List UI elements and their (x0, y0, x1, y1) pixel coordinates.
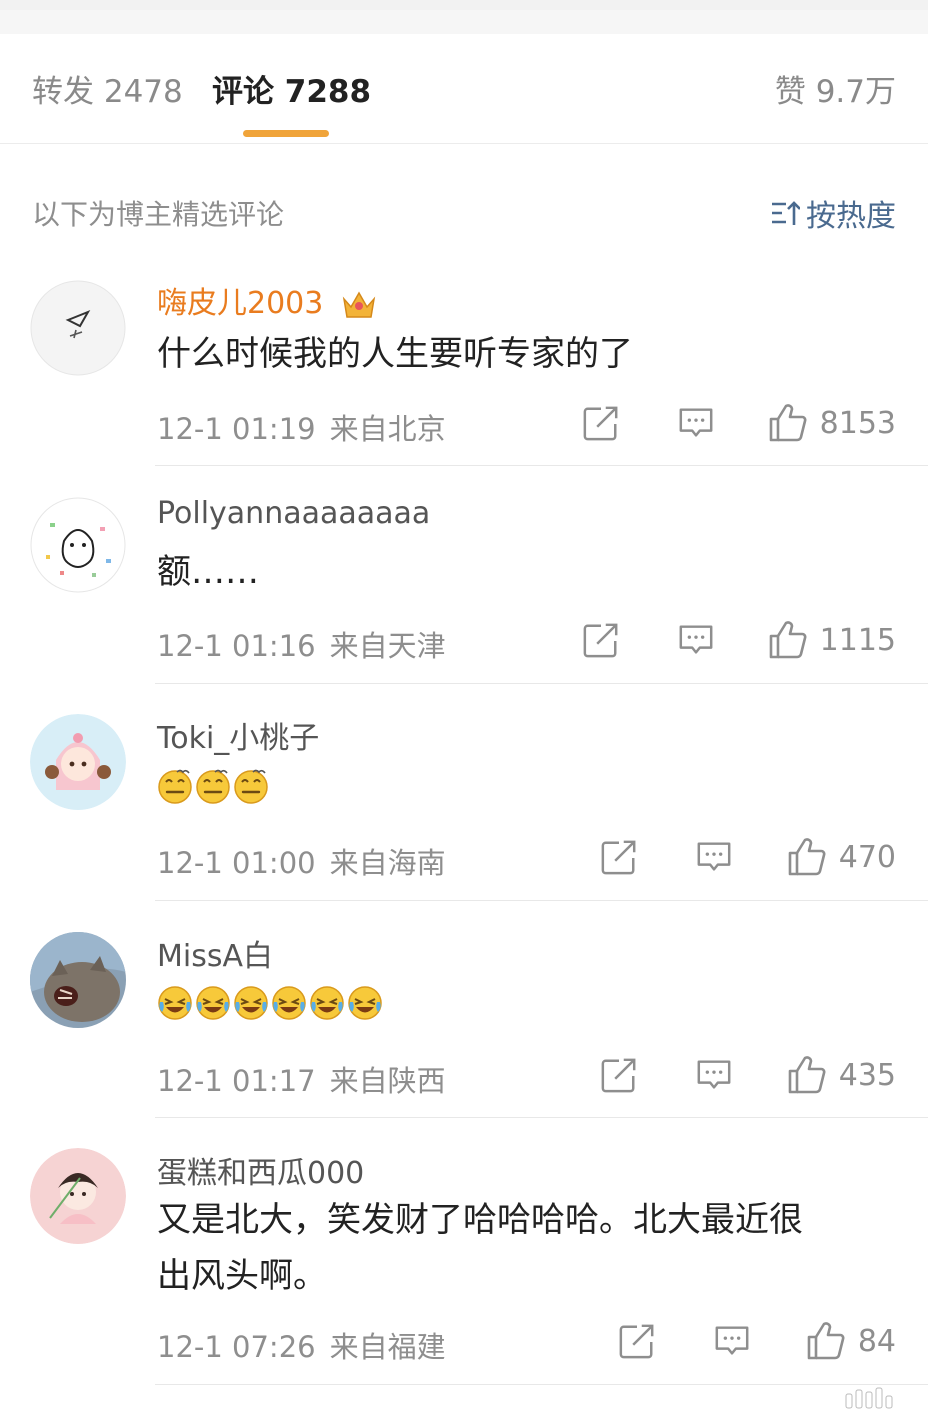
tab-like[interactable]: 赞 9.7万 (775, 72, 896, 112)
thumbs-up-icon (787, 1055, 827, 1095)
dizzy-face-emoji-icon (233, 768, 269, 804)
reply-button[interactable] (713, 1322, 751, 1360)
share-icon (600, 838, 638, 876)
share-button[interactable] (582, 621, 620, 659)
active-tab-indicator (243, 130, 329, 137)
share-icon (618, 1322, 656, 1360)
share-icon (600, 1056, 638, 1094)
share-button[interactable] (582, 404, 620, 442)
like-button[interactable]: 84 (806, 1321, 896, 1361)
filter-row: 以下为博主精选评论 按热度 (0, 185, 928, 235)
divider (155, 465, 928, 466)
like-count: 435 (838, 1057, 896, 1093)
sort-label: 按热度 (806, 199, 896, 234)
comment-meta: 12-1 01:19 来自北京 (157, 406, 446, 448)
crying-laughing-emoji-icon (347, 985, 383, 1021)
avatar[interactable] (30, 932, 126, 1028)
like-button[interactable]: 8153 (768, 403, 896, 443)
sort-by-hot-button[interactable]: 按热度 (770, 191, 896, 235)
comment-time: 12-1 01:16 (157, 629, 316, 663)
avatar[interactable] (30, 1148, 126, 1244)
like-count: 1115 (819, 622, 896, 658)
comment-meta: 12-1 01:00 来自海南 (157, 840, 446, 882)
comment-text: 又是北大，笑发财了哈哈哈哈。北大最近很 出风头啊。 (157, 1192, 897, 1304)
comment-text-line: 出风头啊。 (157, 1256, 327, 1296)
selected-comments-label: 以下为博主精选评论 (32, 198, 285, 231)
comment-location: 来自海南 (329, 846, 446, 880)
username[interactable]: MissA白 (157, 931, 273, 975)
username[interactable]: Toki_小桃子 (157, 713, 319, 757)
divider (155, 1384, 928, 1385)
crying-laughing-emoji-icon (195, 985, 231, 1021)
avatar[interactable] (30, 497, 126, 593)
share-button[interactable] (600, 1056, 638, 1094)
sort-icon (772, 201, 800, 225)
comment-icon (677, 404, 715, 442)
like-button[interactable]: 470 (787, 837, 896, 877)
comment-icon (695, 1056, 733, 1094)
comment-text: 额…… (157, 552, 259, 592)
thumbs-up-icon (768, 403, 808, 443)
username[interactable]: 嗨皮儿2003 (157, 278, 377, 322)
comment-location: 来自陕西 (329, 1064, 446, 1098)
like-button[interactable]: 1115 (768, 620, 896, 660)
like-count: 8153 (819, 405, 896, 441)
crying-laughing-emoji-icon (309, 985, 345, 1021)
crying-laughing-emoji-icon (233, 985, 269, 1021)
share-icon (582, 404, 620, 442)
tab-repost[interactable]: 转发 2478 (32, 72, 183, 112)
thumbs-up-icon (787, 837, 827, 877)
comment-location: 来自天津 (329, 629, 446, 663)
crying-laughing-emoji-icon (271, 985, 307, 1021)
divider (155, 1117, 928, 1118)
reply-button[interactable] (677, 404, 715, 442)
like-count: 470 (838, 839, 896, 875)
crown-icon (342, 290, 376, 318)
comment-meta: 12-1 01:16 来自天津 (157, 623, 446, 665)
top-gray-band (0, 0, 928, 34)
divider (155, 900, 928, 901)
reply-button[interactable] (695, 838, 733, 876)
thumbs-up-icon (806, 1321, 846, 1361)
comment-meta: 12-1 01:17 来自陕西 (157, 1058, 446, 1100)
comment-time: 12-1 01:17 (157, 1064, 316, 1098)
like-button[interactable]: 435 (787, 1055, 896, 1095)
like-count: 84 (857, 1323, 896, 1359)
reply-button[interactable] (695, 1056, 733, 1094)
avatar[interactable] (30, 280, 126, 376)
comment-time: 12-1 01:19 (157, 412, 316, 446)
reply-button[interactable] (677, 621, 715, 659)
divider (155, 683, 928, 684)
dizzy-face-emoji-icon (157, 768, 193, 804)
crying-laughing-emoji-icon (157, 985, 193, 1021)
tab-bar: 转发 2478 评论 7288 赞 9.7万 (0, 34, 928, 144)
share-button[interactable] (618, 1322, 656, 1360)
comment-meta: 12-1 07:26 来自福建 (157, 1324, 446, 1366)
avatar[interactable] (30, 714, 126, 810)
comment-icon (695, 838, 733, 876)
thumbs-up-icon (768, 620, 808, 660)
comment-icon (713, 1322, 751, 1360)
comment-icon (677, 621, 715, 659)
emoji-row (157, 985, 383, 1021)
comment-text-line: 又是北大，笑发财了哈哈哈哈。北大最近很 (157, 1200, 803, 1240)
username[interactable]: Pollyannaaaaaaaa (157, 496, 430, 531)
emoji-row (157, 768, 269, 804)
share-button[interactable] (600, 838, 638, 876)
dizzy-face-emoji-icon (195, 768, 231, 804)
comment-location: 来自北京 (329, 412, 446, 446)
comment-time: 12-1 07:26 (157, 1330, 316, 1364)
comment-text: 什么时候我的人生要听专家的了 (157, 334, 633, 374)
comment-time: 12-1 01:00 (157, 846, 316, 880)
watermark-logo (844, 1386, 908, 1414)
comment-location: 来自福建 (329, 1330, 446, 1364)
username[interactable]: 蛋糕和西瓜000 (157, 1148, 364, 1192)
share-icon (582, 621, 620, 659)
